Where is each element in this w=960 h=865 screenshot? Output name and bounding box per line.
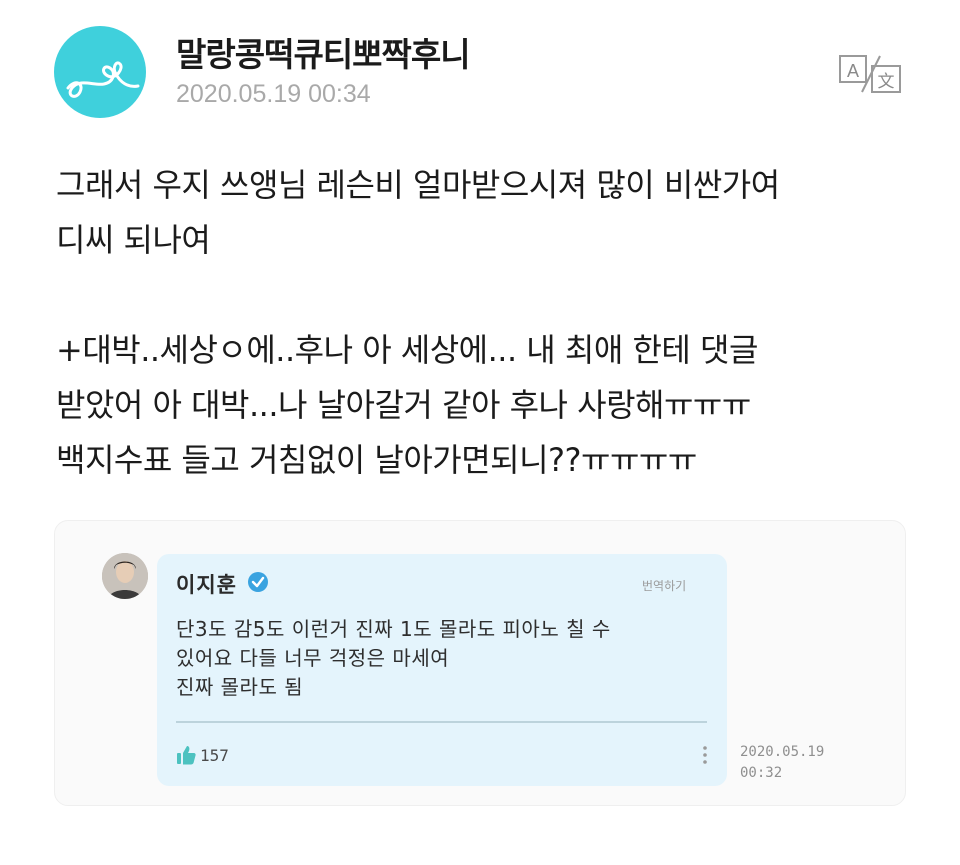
post-timestamp: 2020.05.19 00:34 — [176, 80, 371, 108]
post-line: 백지수표 들고 거침없이 날아가면되니??ㅠㅠㅠㅠ — [56, 441, 697, 479]
comment-line: 진짜 몰라도 됨 — [176, 675, 304, 699]
post-body: 그래서 우지 쓰앵님 레슨비 얼마받으시져 많이 비싼가여 디씨 되나여 +대박… — [56, 158, 936, 488]
heart-scribble-icon — [66, 61, 140, 98]
post-line: 받았어 아 대박...나 날아갈거 같아 후나 사랑해ㅠㅠㅠ — [56, 386, 751, 424]
like-count: 157 — [200, 745, 229, 765]
comment-translate-link[interactable]: 번역하기 — [642, 577, 686, 594]
svg-text:A: A — [847, 61, 859, 81]
translate-icon[interactable]: A 文 — [836, 52, 904, 96]
comment-date: 2020.05.19 — [740, 744, 825, 760]
like-button[interactable]: 157 — [176, 743, 229, 767]
post-line: +대박..세상ㅇ에..후나 아 세상에... 내 최애 한테 댓글 — [56, 331, 758, 369]
svg-text:文: 文 — [878, 72, 895, 92]
comment-text: 단3도 감5도 이런거 진짜 1도 몰라도 피아노 칠 수 있어요 다들 너무 … — [176, 615, 706, 702]
thumbs-up-icon — [177, 746, 196, 765]
comment-divider — [176, 721, 707, 723]
post-line: 디씨 되나여 — [56, 221, 211, 259]
post-username[interactable]: 말랑콩떡큐티뽀짝후니 — [176, 28, 471, 76]
more-vertical-icon[interactable] — [700, 744, 710, 766]
comment-line: 있어요 다들 너무 걱정은 마세여 — [176, 646, 450, 670]
post-line: 그래서 우지 쓰앵님 레슨비 얼마받으시져 많이 비싼가여 — [56, 166, 780, 204]
commenter-avatar[interactable] — [102, 553, 148, 599]
user-avatar[interactable] — [54, 26, 146, 118]
comment-time: 00:32 — [740, 765, 783, 781]
comment-line: 단3도 감5도 이런거 진짜 1도 몰라도 피아노 칠 수 — [176, 617, 611, 641]
comment-timestamp: 2020.05.19 00:32 — [740, 742, 850, 784]
commenter-name[interactable]: 이지훈 — [176, 569, 237, 599]
post-blank-line — [56, 268, 936, 323]
verified-badge-icon — [247, 571, 269, 593]
